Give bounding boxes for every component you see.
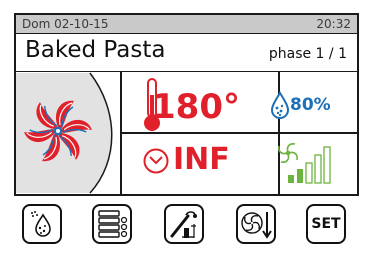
fan-speed-icon[interactable] xyxy=(278,141,348,187)
status-bar: Dom 02-10-15 20:32 xyxy=(16,15,357,34)
set-button[interactable]: SET xyxy=(306,204,346,244)
temperature-value[interactable]: 180° xyxy=(152,87,240,127)
status-date: Dom 02-10-15 xyxy=(22,17,109,31)
humidity-button[interactable] xyxy=(22,204,62,244)
timer-icon xyxy=(143,148,169,174)
trays-icon xyxy=(98,210,128,238)
core-probe-icon xyxy=(170,211,197,238)
fan-icon[interactable] xyxy=(16,71,120,194)
humidity-steam-icon xyxy=(31,211,51,237)
status-time: 20:32 xyxy=(316,17,351,31)
cooking-time-value[interactable]: INF xyxy=(173,142,230,177)
phase-indicator[interactable]: phase 1 / 1 xyxy=(269,46,347,62)
probe-button[interactable] xyxy=(164,204,204,244)
program-name[interactable]: Baked Pasta xyxy=(25,37,165,63)
program-header[interactable]: Baked Pasta phase 1 / 1 xyxy=(16,33,357,72)
trays-button[interactable] xyxy=(92,204,132,244)
set-button-label: SET xyxy=(311,216,341,232)
fan-settings-button[interactable] xyxy=(236,204,276,244)
humidity-value[interactable]: 80% xyxy=(290,95,331,115)
droplet-icon xyxy=(270,91,290,119)
fan-down-icon xyxy=(241,212,272,239)
